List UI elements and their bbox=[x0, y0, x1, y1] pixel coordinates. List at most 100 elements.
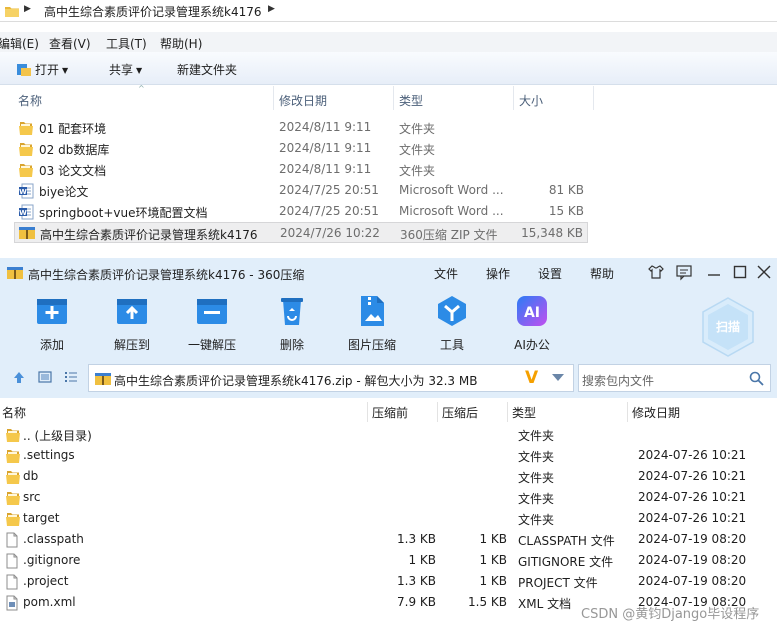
breadcrumb-separator-icon[interactable]: ▶ bbox=[268, 4, 275, 14]
search-input[interactable]: 搜索包内文件 bbox=[578, 364, 771, 392]
window-title: 高中生综合素质评价记录管理系统k4176 - 360压缩 bbox=[28, 268, 305, 282]
file-explorer-window: ▶ 高中生综合素质评价记录管理系统k4176 ▶ 编辑(E) 查看(V) 工具(… bbox=[0, 0, 777, 258]
file-row[interactable]: Wbiye论文 2024/7/25 20:51 Microsoft Word ...… bbox=[14, 180, 588, 201]
column-header-name[interactable]: 名称 bbox=[18, 92, 42, 109]
column-header-size[interactable]: 大小 bbox=[519, 92, 543, 109]
menu-edit[interactable]: 编辑(E) bbox=[0, 35, 39, 52]
archive-row[interactable]: target 文件夹 2024-07-26 10:21 bbox=[0, 508, 777, 529]
menu-help[interactable]: 帮助(H) bbox=[160, 35, 202, 52]
file-row[interactable]: Wspringboot+vue环境配置文档 2024/7/25 20:51 Micr… bbox=[14, 201, 588, 222]
archive-item-size-after: 1.5 KB bbox=[468, 595, 507, 609]
file-date: 2024/7/25 20:51 bbox=[279, 183, 379, 197]
share-button[interactable]: 共享 ▼ bbox=[109, 61, 142, 78]
folder-icon bbox=[5, 427, 21, 445]
menu-file[interactable]: 文件 bbox=[434, 265, 458, 282]
tools-button[interactable]: 工具 bbox=[422, 294, 482, 354]
menu-settings[interactable]: 设置 bbox=[538, 265, 562, 282]
ai-office-button[interactable]: AI AI办公 bbox=[502, 294, 562, 354]
column-divider[interactable] bbox=[367, 402, 368, 422]
menu-bar: 编辑(E) 查看(V) 工具(T) 帮助(H) bbox=[0, 32, 777, 52]
column-divider[interactable] bbox=[513, 86, 514, 110]
extract-to-button[interactable]: 解压到 bbox=[102, 294, 162, 354]
scan-button[interactable]: 扫描 bbox=[699, 296, 757, 358]
archive-item-date: 2024-07-19 08:20 bbox=[638, 532, 747, 546]
archive-row[interactable]: .gitignore 1 KB 1 KB GITIGNORE 文件 2024-07-19… bbox=[0, 550, 777, 571]
address-bar[interactable]: ▶ 高中生综合素质评价记录管理系统k4176 ▶ bbox=[0, 0, 777, 22]
column-divider[interactable] bbox=[593, 86, 594, 110]
quick-extract-button[interactable]: 一键解压 bbox=[182, 294, 242, 354]
search-icon[interactable] bbox=[749, 371, 764, 386]
folder-icon bbox=[4, 3, 20, 22]
archive-item-date: 2024-07-19 08:20 bbox=[638, 553, 747, 567]
delete-button[interactable]: 删除 bbox=[262, 294, 322, 354]
file-name: 02 db数据库 bbox=[39, 143, 110, 157]
file-name: 03 论文文档 bbox=[39, 164, 107, 178]
column-divider[interactable] bbox=[273, 86, 274, 110]
archive-path-box[interactable]: 高中生综合素质评价记录管理系统k4176.zip - 解包大小为 32.3 MB… bbox=[88, 364, 574, 392]
menu-operation[interactable]: 操作 bbox=[486, 265, 510, 282]
open-button[interactable]: 打开 ▼ bbox=[16, 61, 68, 78]
maximize-icon[interactable] bbox=[731, 263, 749, 281]
column-divider[interactable] bbox=[507, 402, 508, 422]
menu-help[interactable]: 帮助 bbox=[590, 265, 614, 282]
file-name: 高中生综合素质评价记录管理系统k4176 bbox=[40, 228, 258, 242]
file-name: springboot+vue环境配置文档 bbox=[39, 206, 208, 220]
add-button[interactable]: 添加 bbox=[22, 294, 82, 354]
thumbnail-view-icon[interactable] bbox=[38, 370, 52, 384]
feedback-icon[interactable] bbox=[675, 263, 693, 281]
file-list-header: 名称 ^ 修改日期 类型 大小 bbox=[0, 84, 777, 110]
column-header-after[interactable]: 压缩后 bbox=[442, 404, 478, 421]
file-icon bbox=[5, 532, 19, 551]
archive-row[interactable]: .. (上级目录) 文件夹 bbox=[0, 424, 777, 445]
file-row[interactable]: 03 论文文档 2024/8/11 9:11 文件夹 bbox=[14, 159, 588, 180]
open-label: 打开 bbox=[35, 63, 60, 77]
skin-shirt-icon[interactable] bbox=[647, 263, 665, 281]
close-icon[interactable] bbox=[755, 263, 773, 281]
file-row[interactable]: 高中生综合素质评价记录管理系统k4176 2024/7/26 10:22 360压缩… bbox=[14, 222, 588, 243]
file-name: biye论文 bbox=[39, 185, 89, 199]
column-header-date[interactable]: 修改日期 bbox=[632, 404, 680, 421]
svg-text:W: W bbox=[19, 209, 27, 217]
column-divider[interactable] bbox=[393, 86, 394, 110]
column-header-type[interactable]: 类型 bbox=[399, 92, 423, 109]
breadcrumb-current-folder[interactable]: 高中生综合素质评价记录管理系统k4176 bbox=[44, 3, 262, 20]
archive-row[interactable]: db 文件夹 2024-07-26 10:21 bbox=[0, 466, 777, 487]
folder-icon bbox=[5, 511, 21, 529]
breadcrumb-separator-icon[interactable]: ▶ bbox=[24, 4, 31, 14]
column-header-name[interactable]: 名称 bbox=[2, 404, 26, 421]
file-date: 2024/7/25 20:51 bbox=[279, 204, 379, 218]
file-row[interactable]: 01 配套环境 2024/8/11 9:11 文件夹 bbox=[14, 117, 588, 138]
image-compress-label: 图片压缩 bbox=[347, 338, 396, 352]
command-bar: 打开 ▼ 共享 ▼ 新建文件夹 bbox=[0, 52, 777, 85]
archive-item-size-after: 1 KB bbox=[479, 574, 507, 588]
column-header-before[interactable]: 压缩前 bbox=[372, 404, 408, 421]
up-level-icon[interactable] bbox=[12, 370, 26, 384]
column-divider[interactable] bbox=[437, 402, 438, 422]
menu-view[interactable]: 查看(V) bbox=[49, 35, 91, 52]
column-header-type[interactable]: 类型 bbox=[512, 404, 536, 421]
scan-label: 扫描 bbox=[716, 319, 740, 334]
v-logo-icon[interactable]: V bbox=[525, 368, 538, 388]
list-view-icon[interactable] bbox=[64, 370, 78, 384]
column-divider[interactable] bbox=[627, 402, 628, 422]
archive-list-header: 名称 压缩前 压缩后 类型 修改日期 bbox=[0, 402, 777, 422]
minimize-icon[interactable] bbox=[705, 263, 723, 281]
archive-item-name: .project bbox=[23, 574, 69, 588]
archive-item-size-before: 1.3 KB bbox=[397, 574, 436, 588]
delete-icon bbox=[281, 298, 303, 325]
archive-item-type: 文件夹 bbox=[518, 471, 555, 485]
image-compress-button[interactable]: 图片压缩 bbox=[342, 294, 402, 354]
new-folder-button[interactable]: 新建文件夹 bbox=[177, 61, 237, 78]
archive-row[interactable]: .settings 文件夹 2024-07-26 10:21 bbox=[0, 445, 777, 466]
file-date: 2024/8/11 9:11 bbox=[279, 162, 372, 176]
menu-tools[interactable]: 工具(T) bbox=[106, 35, 147, 52]
path-dropdown-icon[interactable] bbox=[552, 374, 564, 381]
tools-icon bbox=[438, 296, 466, 326]
column-header-date[interactable]: 修改日期 bbox=[279, 92, 327, 109]
archive-row[interactable]: src 文件夹 2024-07-26 10:21 bbox=[0, 487, 777, 508]
archive-row[interactable]: .classpath 1.3 KB 1 KB CLASSPATH 文件 2024-07-… bbox=[0, 529, 777, 550]
ai-badge-text: AI bbox=[524, 305, 540, 321]
archive-row[interactable]: .project 1.3 KB 1 KB PROJECT 文件 2024-07-19 0… bbox=[0, 571, 777, 592]
file-type: 360压缩 ZIP 文件 bbox=[400, 228, 498, 242]
file-row[interactable]: 02 db数据库 2024/8/11 9:11 文件夹 bbox=[14, 138, 588, 159]
